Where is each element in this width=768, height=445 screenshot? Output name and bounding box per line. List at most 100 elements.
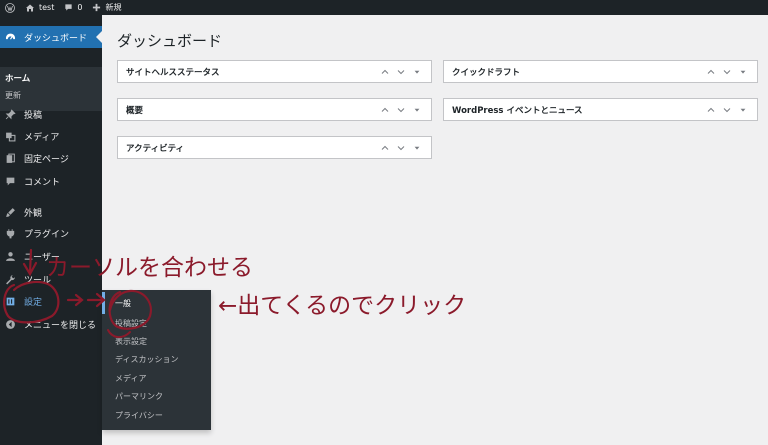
user-icon xyxy=(4,250,16,262)
caret-down-icon xyxy=(414,70,420,74)
toggle-panel-button[interactable] xyxy=(735,64,751,80)
sidebar-item-settings[interactable]: 設定 xyxy=(0,290,102,312)
sidebar-item-pages[interactable]: 固定ページ xyxy=(0,147,102,169)
move-down-button[interactable] xyxy=(719,64,735,80)
active-indicator xyxy=(102,292,105,314)
toggle-panel-button[interactable] xyxy=(409,140,425,156)
wordpress-icon xyxy=(5,2,15,13)
toggle-panel-button[interactable] xyxy=(409,64,425,80)
toggle-panel-button[interactable] xyxy=(735,102,751,118)
home-icon xyxy=(26,4,34,11)
widget-at-a-glance: 概要 xyxy=(117,98,432,121)
sidebar-item-label: プラグイン xyxy=(24,229,70,240)
sidebar-item-users[interactable]: ユーザー xyxy=(0,245,102,267)
widget-site-health: サイトヘルスステータス xyxy=(117,60,432,83)
sidebar-item-label: メディア xyxy=(24,132,60,143)
move-up-button[interactable] xyxy=(377,102,393,118)
wrench-icon xyxy=(4,273,16,285)
page-title: ダッシュボード xyxy=(117,32,223,50)
comments-count: 0 xyxy=(77,3,83,12)
widget-title: アクティビティ xyxy=(126,144,185,154)
sidebar-item-label: 外観 xyxy=(24,208,43,219)
flyout-item-privacy[interactable]: プライバシー xyxy=(115,410,163,421)
sidebar-item-media[interactable]: メディア xyxy=(0,125,102,147)
chevron-up-icon xyxy=(707,69,715,74)
sidebar-item-plugins[interactable]: プラグイン xyxy=(0,222,102,244)
caret-down-icon xyxy=(414,108,420,112)
sidebar-item-label: ダッシュボード xyxy=(24,33,88,44)
sidebar-item-tools[interactable]: ツール xyxy=(0,268,102,290)
site-name: test xyxy=(39,3,55,12)
move-down-button[interactable] xyxy=(719,102,735,118)
move-up-button[interactable] xyxy=(377,140,393,156)
sidebar-item-label: コメント xyxy=(24,177,61,188)
sidebar-item-label: 固定ページ xyxy=(24,154,69,165)
widget-quick-draft: クイックドラフト xyxy=(443,60,758,83)
chevron-down-icon xyxy=(723,108,731,113)
widget-title: サイトヘルスステータス xyxy=(126,68,220,78)
toggle-panel-button[interactable] xyxy=(409,102,425,118)
widget-title: 概要 xyxy=(126,106,144,116)
widget-controls xyxy=(703,64,751,80)
move-up-button[interactable] xyxy=(377,64,393,80)
click-hint-annotation: ←出てくるのでクリック xyxy=(218,293,467,319)
move-down-button[interactable] xyxy=(393,64,409,80)
chevron-up-icon xyxy=(381,107,389,112)
chevron-down-icon xyxy=(723,70,731,75)
settings-flyout-menu: 一般 投稿設定 表示設定 ディスカッション メディア パーマリンク プライバシー xyxy=(102,290,211,430)
chevron-up-icon xyxy=(381,69,389,74)
widget-title: WordPress イベントとニュース xyxy=(452,106,583,116)
plus-icon xyxy=(93,3,101,12)
sidebar-item-label: メニューを閉じる xyxy=(24,320,97,331)
widget-title: クイックドラフト xyxy=(452,68,521,78)
move-down-button[interactable] xyxy=(393,140,409,156)
sidebar-item-label: ツール xyxy=(24,275,52,286)
caret-down-icon xyxy=(740,70,746,74)
sidebar-item-comments[interactable]: コメント xyxy=(0,170,102,192)
caret-down-icon xyxy=(740,108,746,112)
comment-icon xyxy=(4,175,16,187)
sidebar-item-label: 投稿 xyxy=(24,110,43,121)
wp-logo-button[interactable] xyxy=(0,0,20,15)
caret-down-icon xyxy=(414,146,420,150)
widget-controls xyxy=(377,102,425,118)
brush-icon xyxy=(4,206,16,218)
flyout-item-writing[interactable]: 投稿設定 xyxy=(115,318,147,329)
comments-link[interactable]: 0 xyxy=(59,0,87,15)
chevron-down-icon xyxy=(397,146,405,151)
admin-sidebar: ダッシュボード ホーム 更新 投稿 メディア 固定ページ コメント 外観 プラグ… xyxy=(0,15,102,445)
flyout-item-media[interactable]: メディア xyxy=(115,373,146,384)
sidebar-item-dashboard[interactable]: ダッシュボード xyxy=(0,26,102,48)
new-content-button[interactable]: 新規 xyxy=(87,0,126,15)
submenu-home[interactable]: ホーム xyxy=(5,72,30,84)
move-up-button[interactable] xyxy=(703,102,719,118)
page-icon xyxy=(4,152,16,164)
chevron-up-icon xyxy=(381,145,389,150)
settings-icon xyxy=(4,295,16,307)
sidebar-item-label: 設定 xyxy=(24,297,43,308)
sidebar-item-posts[interactable]: 投稿 xyxy=(0,103,102,125)
move-down-button[interactable] xyxy=(393,102,409,118)
media-icon xyxy=(4,130,16,142)
widget-activity: アクティビティ xyxy=(117,136,432,159)
widget-controls xyxy=(377,64,425,80)
chevron-up-icon xyxy=(707,107,715,112)
chevron-down-icon xyxy=(397,108,405,113)
dashboard-gauge-icon xyxy=(4,31,16,43)
collapse-menu-button[interactable]: メニューを閉じる xyxy=(0,313,102,335)
flyout-item-general[interactable]: 一般 xyxy=(115,298,131,309)
sidebar-item-label: ユーザー xyxy=(24,252,60,263)
admin-bar: test 0 新規 xyxy=(0,0,768,15)
widget-controls xyxy=(703,102,751,118)
widget-controls xyxy=(377,140,425,156)
new-label: 新規 xyxy=(105,3,122,12)
comment-bubble-icon xyxy=(65,4,73,11)
flyout-item-permalinks[interactable]: パーマリンク xyxy=(115,391,163,402)
widget-events-news: WordPress イベントとニュース xyxy=(443,98,758,121)
move-up-button[interactable] xyxy=(703,64,719,80)
flyout-item-discussion[interactable]: ディスカッション xyxy=(115,354,178,365)
submenu-update[interactable]: 更新 xyxy=(5,90,21,101)
sidebar-item-appearance[interactable]: 外観 xyxy=(0,201,102,223)
site-name-link[interactable]: test xyxy=(20,0,59,15)
flyout-item-reading[interactable]: 表示設定 xyxy=(115,336,147,347)
